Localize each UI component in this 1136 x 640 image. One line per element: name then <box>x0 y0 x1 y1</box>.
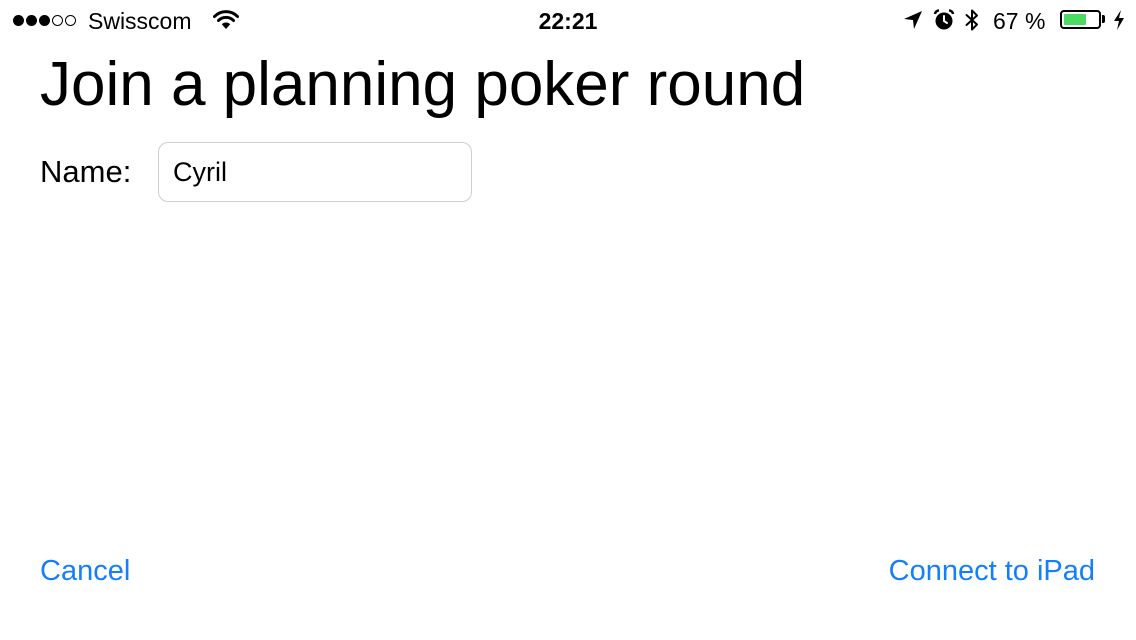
signal-dot <box>13 15 24 26</box>
location-arrow-icon <box>903 10 923 35</box>
cancel-button[interactable]: Cancel <box>40 553 130 589</box>
wifi-icon <box>213 9 239 36</box>
page-title: Join a planning poker round <box>40 50 806 119</box>
signal-dot <box>52 15 63 26</box>
charging-bolt-icon <box>1113 10 1125 35</box>
carrier-name: Swisscom <box>88 8 192 34</box>
battery-icon <box>1060 10 1101 29</box>
name-label: Name: <box>40 154 132 189</box>
bluetooth-icon <box>964 8 980 37</box>
signal-dots-icon <box>13 14 76 27</box>
alarm-clock-icon <box>933 9 955 36</box>
battery-terminal <box>1102 15 1105 23</box>
name-input[interactable] <box>158 142 472 202</box>
signal-dot <box>26 15 37 26</box>
battery-percent: 67 % <box>993 8 1046 34</box>
signal-dot <box>39 15 50 26</box>
signal-dot <box>65 15 76 26</box>
connect-to-ipad-button[interactable]: Connect to iPad <box>889 553 1095 589</box>
status-bar: Swisscom 22:21 67 % <box>0 0 1136 40</box>
battery-level-fill <box>1064 14 1087 25</box>
